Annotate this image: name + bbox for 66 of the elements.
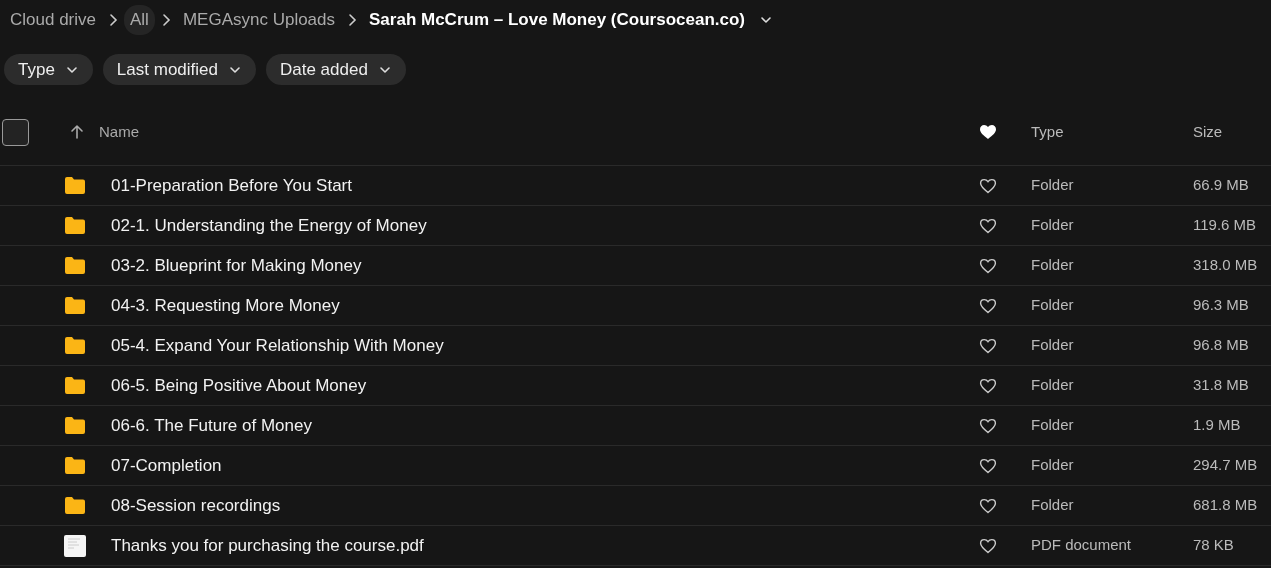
file-type: Folder <box>1031 415 1075 436</box>
folder-icon <box>64 176 86 195</box>
file-type: PDF document <box>1031 535 1133 556</box>
chevron-right-icon <box>347 13 358 27</box>
folder-icon <box>64 296 86 315</box>
breadcrumb-link[interactable]: MEGAsync Uploads <box>176 5 342 35</box>
favorite-heart-icon[interactable] <box>979 417 997 434</box>
sort-arrow-icon[interactable] <box>69 124 85 140</box>
favorite-heart-icon[interactable] <box>979 337 997 354</box>
favorite-heart-icon[interactable] <box>979 377 997 394</box>
file-name[interactable]: 06-6. The Future of Money <box>111 412 1008 439</box>
file-name[interactable]: Thanks you for purchasing the course.pdf <box>111 532 1008 559</box>
file-name[interactable]: 04-3. Requesting More Money <box>111 292 1008 319</box>
file-type: Folder <box>1031 335 1075 356</box>
column-header[interactable]: Type <box>1031 120 1193 144</box>
file-name[interactable]: 05-4. Expand Your Relationship With Money <box>111 332 1008 359</box>
file-size: 318.0 MB <box>1193 255 1259 276</box>
favorite-heart-icon[interactable] <box>979 537 997 554</box>
heart-icon[interactable] <box>979 124 997 140</box>
breadcrumb-link[interactable]: Sarah McCrum – Love Money (Coursocean.co) <box>363 5 751 35</box>
file-type: Folder <box>1031 175 1075 196</box>
file-type: Folder <box>1031 295 1075 316</box>
breadcrumb-link[interactable]: All <box>124 5 155 35</box>
favorite-heart-icon[interactable] <box>979 217 997 234</box>
folder-icon <box>64 496 86 515</box>
filter-dropdown[interactable]: Last modified <box>102 54 256 85</box>
file-size: 66.9 MB <box>1193 175 1250 196</box>
document-icon <box>64 534 86 557</box>
folder-icon <box>64 416 86 435</box>
file-type: Folder <box>1031 375 1075 396</box>
file-size: 119.6 MB <box>1193 215 1258 236</box>
file-type: Folder <box>1031 455 1075 476</box>
filter-dropdown[interactable]: Type <box>4 54 93 85</box>
file-name[interactable]: 01-Preparation Before You Start <box>111 172 1008 199</box>
file-size: 681.8 MB <box>1193 495 1259 516</box>
chevron-right-icon <box>108 13 118 27</box>
file-name[interactable]: 03-2. Blueprint for Making Money <box>111 252 1008 279</box>
folder-icon <box>64 216 86 235</box>
file-name[interactable]: 02-1. Understanding the Energy of Money <box>111 212 1008 239</box>
favorite-heart-icon[interactable] <box>979 257 997 274</box>
file-type: Folder <box>1031 255 1075 276</box>
file-type: Folder <box>1031 495 1075 516</box>
favorite-heart-icon[interactable] <box>979 457 997 474</box>
file-name[interactable]: 07-Completion <box>111 452 1008 479</box>
folder-icon <box>64 256 86 275</box>
folder-icon <box>64 456 86 475</box>
select-all-checkbox[interactable] <box>2 118 29 146</box>
folder-icon <box>64 376 86 395</box>
filter-dropdown[interactable]: Date added <box>266 54 406 85</box>
folder-icon <box>64 336 86 355</box>
column-header[interactable]: Name <box>99 120 1008 144</box>
breadcrumb-link[interactable]: Cloud drive <box>4 5 102 35</box>
file-size: 96.3 MB <box>1193 295 1250 316</box>
file-size: 31.8 MB <box>1193 375 1250 396</box>
file-size: 1.9 MB <box>1193 415 1242 436</box>
file-size: 96.8 MB <box>1193 335 1250 356</box>
chevron-right-icon <box>160 13 171 27</box>
file-name[interactable]: 06-5. Being Positive About Money <box>111 372 1008 399</box>
column-header[interactable]: Size <box>1193 120 1271 144</box>
file-name[interactable]: 08-Session recordings <box>111 492 1008 519</box>
file-size: 78 KB <box>1193 535 1235 556</box>
favorite-heart-icon[interactable] <box>979 177 997 194</box>
favorite-heart-icon[interactable] <box>979 297 997 314</box>
favorite-heart-icon[interactable] <box>979 497 997 514</box>
file-size: 294.7 MB <box>1193 455 1259 476</box>
file-type: Folder <box>1031 215 1075 236</box>
